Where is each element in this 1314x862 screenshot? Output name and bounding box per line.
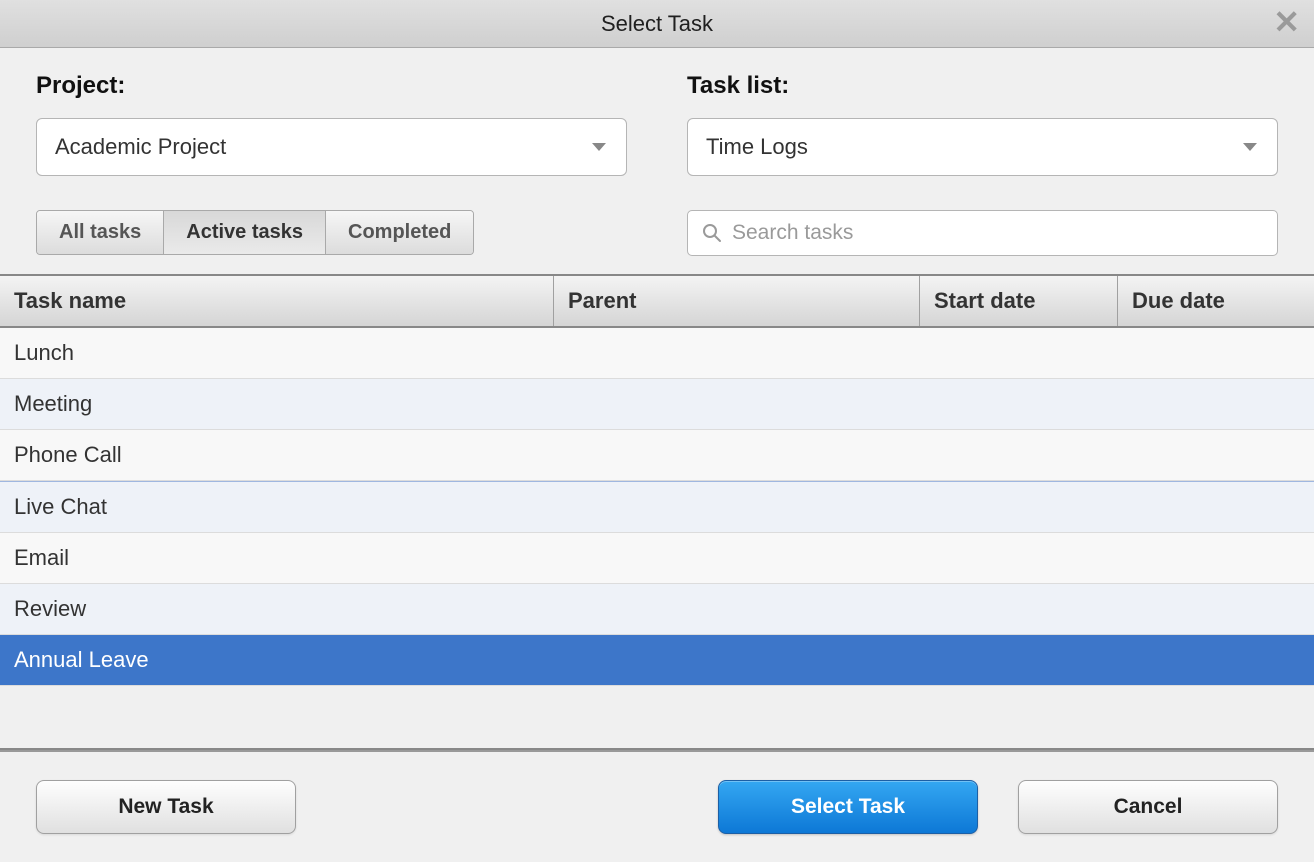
cell-start: [920, 584, 1118, 634]
cell-start: [920, 533, 1118, 583]
task-table: Task name Parent Start date Due date Lun…: [0, 274, 1314, 750]
cell-due: [1118, 533, 1314, 583]
project-select[interactable]: Academic Project: [36, 118, 627, 176]
cell-name: Meeting: [0, 379, 554, 429]
table-row[interactable]: Phone Call: [0, 430, 1314, 481]
cell-due: [1118, 430, 1314, 480]
cell-due: [1118, 328, 1314, 378]
select-task-button[interactable]: Select Task: [718, 780, 978, 834]
chevron-down-icon: [592, 143, 606, 151]
filter-tabs: All tasks Active tasks Completed: [36, 210, 474, 255]
table-body: LunchMeetingPhone CallLive ChatEmailRevi…: [0, 328, 1314, 748]
project-column: Project: Academic Project All tasks Acti…: [36, 72, 627, 256]
table-row[interactable]: Annual Leave: [0, 635, 1314, 686]
cell-due: [1118, 584, 1314, 634]
new-task-button[interactable]: New Task: [36, 780, 296, 834]
project-label: Project:: [36, 72, 627, 100]
cell-start: [920, 635, 1118, 685]
dialog-footer: New Task Select Task Cancel: [0, 750, 1314, 862]
cell-due: [1118, 379, 1314, 429]
cell-name: Annual Leave: [0, 635, 554, 685]
titlebar: Select Task ✕: [0, 0, 1314, 48]
tasklist-column: Task list: Time Logs: [687, 72, 1278, 256]
cell-name: Live Chat: [0, 482, 554, 532]
col-task-name[interactable]: Task name: [0, 276, 554, 326]
tasklist-label: Task list:: [687, 72, 1278, 100]
table-row[interactable]: Meeting: [0, 379, 1314, 430]
col-start-date[interactable]: Start date: [920, 276, 1118, 326]
cell-parent: [554, 482, 920, 532]
cell-due: [1118, 635, 1314, 685]
col-due-date[interactable]: Due date: [1118, 276, 1314, 326]
table-row[interactable]: Live Chat: [0, 481, 1314, 533]
cell-name: Lunch: [0, 328, 554, 378]
cell-parent: [554, 379, 920, 429]
cell-due: [1118, 482, 1314, 532]
cell-start: [920, 379, 1118, 429]
cancel-button[interactable]: Cancel: [1018, 780, 1278, 834]
cell-name: Email: [0, 533, 554, 583]
cell-parent: [554, 533, 920, 583]
filter-tab-completed[interactable]: Completed: [326, 211, 473, 254]
table-row[interactable]: Email: [0, 533, 1314, 584]
col-parent[interactable]: Parent: [554, 276, 920, 326]
cell-start: [920, 482, 1118, 532]
select-task-dialog: Select Task ✕ Project: Academic Project …: [0, 0, 1314, 862]
cell-start: [920, 430, 1118, 480]
tasklist-select[interactable]: Time Logs: [687, 118, 1278, 176]
search-input[interactable]: [732, 221, 1263, 245]
filter-tab-active[interactable]: Active tasks: [164, 211, 326, 254]
table-row[interactable]: Review: [0, 584, 1314, 635]
chevron-down-icon: [1243, 143, 1257, 151]
tasklist-select-value: Time Logs: [706, 134, 808, 160]
table-row[interactable]: Lunch: [0, 328, 1314, 379]
search-icon: [702, 223, 722, 243]
cell-parent: [554, 635, 920, 685]
cell-parent: [554, 328, 920, 378]
controls-row: Project: Academic Project All tasks Acti…: [0, 48, 1314, 274]
project-select-value: Academic Project: [55, 134, 226, 160]
table-header: Task name Parent Start date Due date: [0, 276, 1314, 328]
cell-start: [920, 328, 1118, 378]
search-box[interactable]: [687, 210, 1278, 256]
dialog-title: Select Task: [601, 11, 713, 37]
filter-tab-all[interactable]: All tasks: [37, 211, 164, 254]
cell-name: Review: [0, 584, 554, 634]
cell-name: Phone Call: [0, 430, 554, 480]
close-icon[interactable]: ✕: [1273, 6, 1300, 38]
cell-parent: [554, 584, 920, 634]
cell-parent: [554, 430, 920, 480]
